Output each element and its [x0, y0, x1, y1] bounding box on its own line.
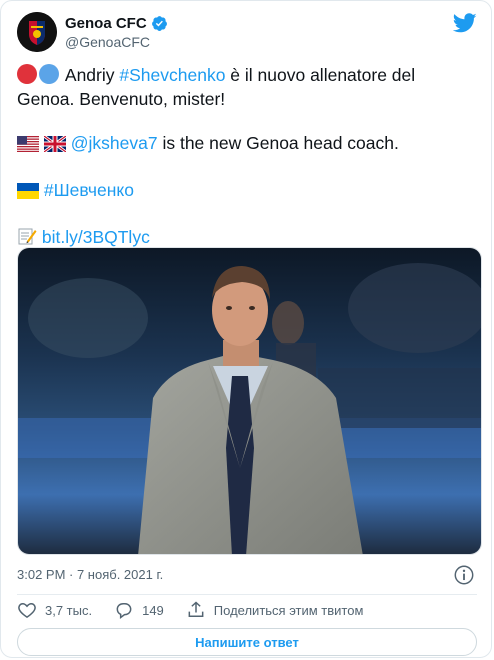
avatar[interactable]: [17, 12, 57, 52]
hashtag-shevchenko-link[interactable]: #Shevchenko: [119, 65, 225, 85]
tweet-meta: 3:02 PM · 7 нояб. 2021 г.: [17, 564, 477, 588]
us-flag-icon: [17, 134, 39, 158]
share-icon: [188, 601, 204, 617]
like-button[interactable]: 3,7 тыс.: [17, 600, 92, 620]
reply-icon: [116, 603, 132, 619]
uk-flag-icon: [42, 134, 67, 158]
tweet-text-segment: Andriy: [64, 65, 120, 85]
tweet-photo[interactable]: [17, 247, 482, 555]
verified-badge-icon: [151, 15, 168, 32]
author-info: Genoa CFC @GenoaCFC: [65, 15, 168, 50]
blue-circle-emoji-icon: [39, 64, 59, 84]
twitter-logo-icon[interactable]: [452, 11, 477, 35]
tweet-paragraph-english: @jksheva7 is the new Genoa head coach.: [17, 131, 477, 158]
reply-count-button[interactable]: 149: [114, 600, 164, 620]
share-button[interactable]: Поделиться этим твитом: [186, 600, 364, 620]
author-handle[interactable]: @GenoaCFC: [65, 34, 168, 50]
tweet-card: Genoa CFC @GenoaCFC Andriy #Shevchenko è…: [0, 0, 492, 658]
tweet-header: Genoa CFC @GenoaCFC: [17, 11, 477, 55]
tweet-paragraph-italian: Andriy #Shevchenko è il nuovo allenatore…: [17, 63, 477, 111]
tweet-paragraph-ukrainian: #Шевченко: [17, 178, 477, 205]
author-display-name[interactable]: Genoa CFC: [65, 15, 147, 32]
tweet-text: Andriy #Shevchenko è il nuovo allenatore…: [17, 63, 477, 272]
mention-jksheva7-link[interactable]: @jksheva7: [71, 133, 158, 153]
share-label: Поделиться этим твитом: [213, 602, 364, 618]
divider: [17, 594, 477, 595]
info-icon[interactable]: [453, 564, 475, 586]
reply-count: 149: [142, 602, 164, 618]
tweet-actions: 3,7 тыс. 149 Поделиться этим твитом: [17, 599, 477, 621]
short-url-link[interactable]: bit.ly/3BQTlyc: [42, 227, 150, 247]
write-reply-button[interactable]: Напишите ответ: [17, 628, 477, 656]
hashtag-shevchenko-cyrillic-link[interactable]: #Шевченко: [44, 180, 134, 200]
heart-icon: [18, 602, 36, 618]
red-circle-emoji-icon: [17, 64, 37, 84]
tweet-timestamp[interactable]: 3:02 PM · 7 нояб. 2021 г.: [17, 567, 163, 582]
ukraine-flag-icon: [17, 181, 39, 205]
tweet-text-segment: is the new Genoa head coach.: [157, 133, 399, 153]
like-count: 3,7 тыс.: [45, 602, 93, 618]
